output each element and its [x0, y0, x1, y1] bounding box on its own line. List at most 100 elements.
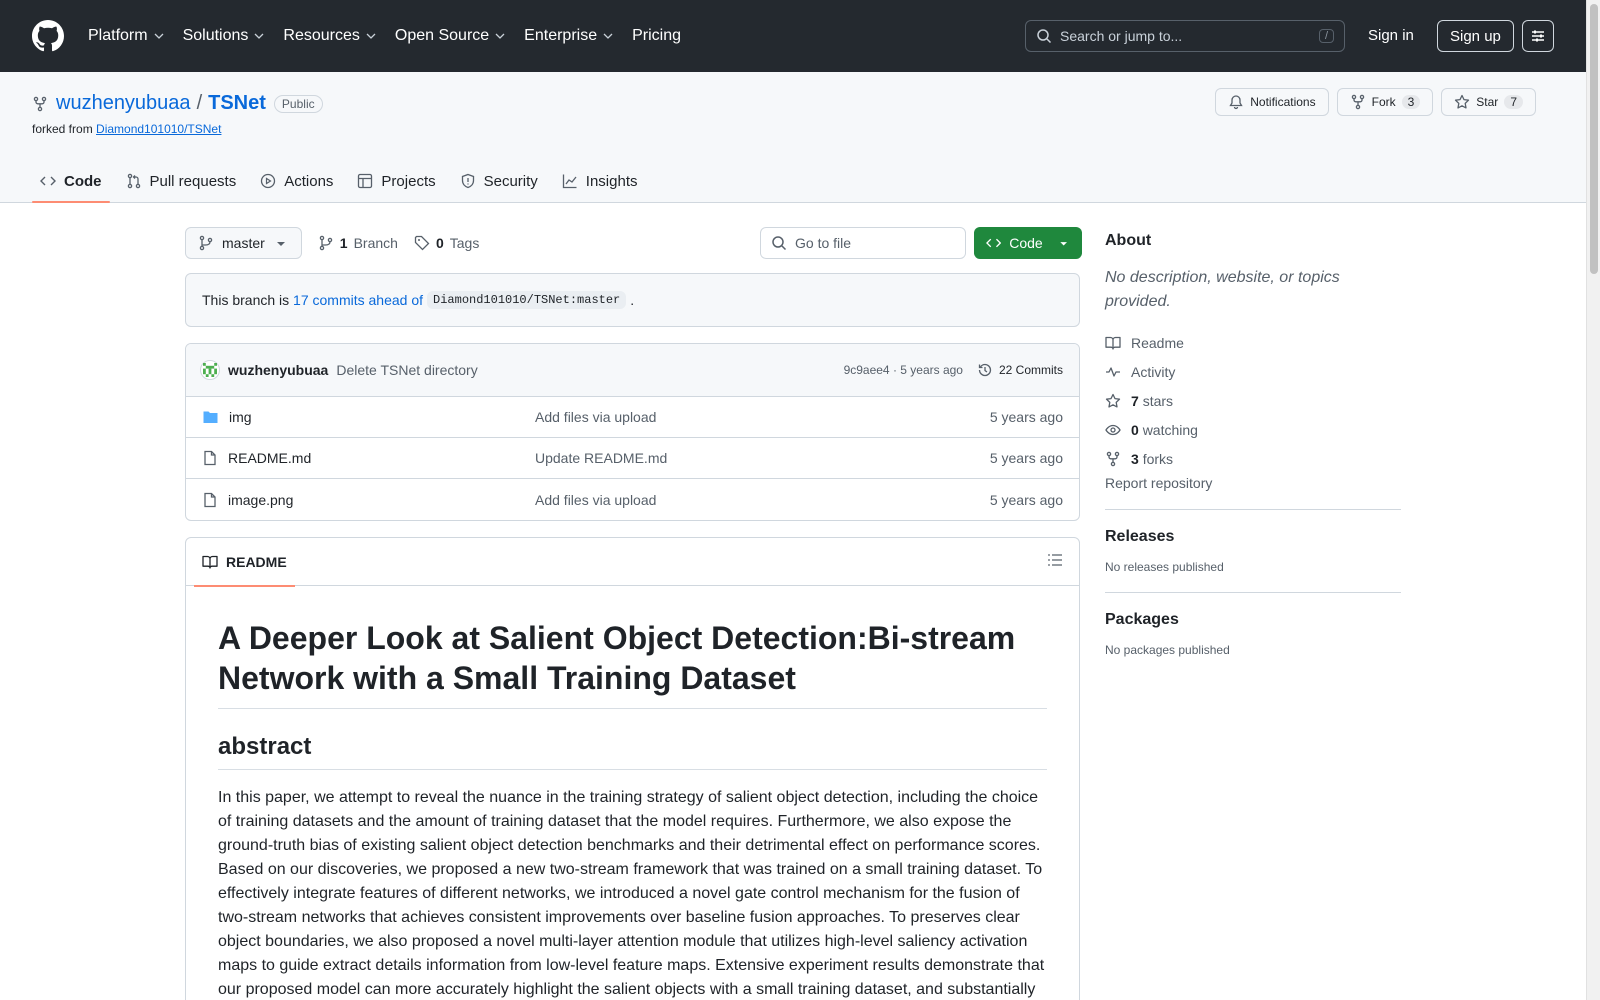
star-count: 7 [1504, 95, 1523, 109]
file-name[interactable]: image.png [202, 492, 535, 508]
branch-icon [199, 235, 213, 251]
latest-commit-row: wuzhenyubuaa Delete TSNet directory 9c9a… [186, 344, 1079, 397]
packages-empty: No packages published [1105, 643, 1230, 657]
releases-heading[interactable]: Releases [1105, 528, 1401, 546]
activity-link[interactable]: Activity [1105, 357, 1401, 386]
notifications-button[interactable]: Notifications [1215, 88, 1329, 116]
code-icon [40, 176, 56, 186]
avatar[interactable] [200, 360, 220, 380]
file-commit-message[interactable]: Add files via upload [535, 409, 656, 425]
readme-title: A Deeper Look at Salient Object Detectio… [218, 618, 1047, 709]
watching-link[interactable]: 0 watching [1105, 415, 1401, 444]
branch-selector[interactable]: master [185, 227, 302, 259]
search-icon [1037, 29, 1052, 44]
play-icon [261, 173, 276, 189]
tag-count-link[interactable]: 0 Tags [414, 235, 479, 251]
list-unordered-icon [1048, 554, 1062, 566]
file-icon [204, 450, 216, 466]
sliders-icon [1532, 30, 1544, 42]
nav-pricing[interactable]: Pricing [632, 27, 681, 45]
fork-button[interactable]: Fork 3 [1336, 88, 1434, 116]
pull-request-icon [127, 173, 140, 189]
readme-link[interactable]: Readme [1105, 328, 1401, 357]
file-age: 5 years ago [989, 409, 1063, 425]
code-icon [986, 238, 1002, 248]
tab-code[interactable]: Code [32, 160, 110, 203]
commit-meta: 9c9aee4 · 5 years ago 22 Commits [844, 362, 1063, 378]
report-repository-link[interactable]: Report repository [1105, 475, 1401, 491]
repo-sidebar: About No description, website, or topics… [1105, 232, 1401, 657]
commit-author-link[interactable]: wuzhenyubuaa [228, 362, 328, 378]
fork-icon [1351, 94, 1364, 110]
readme-content: A Deeper Look at Salient Object Detectio… [186, 586, 1079, 1000]
tab-security[interactable]: Security [452, 160, 546, 202]
chevron-down-icon [366, 33, 376, 39]
packages-heading[interactable]: Packages [1105, 611, 1401, 629]
nav-open-source[interactable]: Open Source [395, 27, 506, 45]
divider [1105, 509, 1401, 510]
readme-panel: README A Deeper Look at Salient Object D… [185, 537, 1080, 1000]
tag-icon [414, 235, 430, 251]
shield-icon [461, 173, 474, 189]
file-row: image.png Add files via upload 5 years a… [186, 479, 1079, 520]
star-button[interactable]: Star 7 [1441, 88, 1536, 116]
nav-solutions[interactable]: Solutions [183, 27, 266, 45]
main-content: master 1 Branch 0 Tags Go to file Code T… [185, 227, 1082, 1000]
file-row: img Add files via upload 5 years ago [186, 397, 1079, 438]
eye-icon [1105, 424, 1121, 435]
menu-button[interactable] [1522, 20, 1554, 52]
tab-insights[interactable]: Insights [554, 160, 646, 202]
scrollbar-thumb[interactable] [1590, 4, 1598, 274]
forked-from-link[interactable]: Diamond101010/TSNet [96, 122, 221, 136]
branch-count-link[interactable]: 1 Branch [318, 235, 398, 251]
repo-name-link[interactable]: TSNet [208, 92, 266, 115]
commit-history-link[interactable]: 22 Commits [977, 362, 1063, 378]
search-placeholder: Search or jump to... [1060, 28, 1183, 44]
commit-sha-time[interactable]: 9c9aee4 · 5 years ago [844, 363, 963, 377]
bell-icon [1229, 95, 1243, 110]
branch-icon [319, 235, 333, 251]
tab-readme[interactable]: README [194, 538, 295, 587]
nav-platform[interactable]: Platform [88, 27, 165, 45]
commit-message-link[interactable]: Delete TSNet directory [336, 362, 477, 378]
readme-header: README [186, 538, 1079, 587]
outline-button[interactable] [1047, 552, 1063, 571]
github-logo-icon[interactable] [32, 20, 64, 52]
tab-actions[interactable]: Actions [252, 160, 341, 202]
book-icon [202, 555, 218, 569]
global-header: Platform Solutions Resources Open Source… [0, 0, 1586, 72]
repo-owner-link[interactable]: wuzhenyubuaa [56, 92, 191, 115]
page-scrollbar[interactable] [1586, 0, 1600, 1000]
history-icon [978, 363, 992, 377]
nav-resources[interactable]: Resources [283, 27, 376, 45]
commits-ahead-link[interactable]: 17 commits ahead of [293, 292, 423, 308]
signin-link[interactable]: Sign in [1368, 27, 1414, 44]
releases-empty: No releases published [1105, 560, 1224, 574]
visibility-badge: Public [273, 94, 323, 113]
fork-count: 3 [1401, 95, 1421, 109]
readme-paragraph: In this paper, we attempt to reveal the … [218, 789, 1045, 998]
file-name[interactable]: img [202, 409, 535, 425]
code-dropdown-button[interactable]: Code [974, 227, 1082, 259]
about-description: No description, website, or topics provi… [1105, 269, 1340, 310]
chevron-down-icon [154, 33, 164, 39]
readme-heading-abstract: abstract [218, 733, 1047, 770]
forks-link[interactable]: 3 forks [1105, 444, 1401, 473]
file-name[interactable]: README.md [202, 450, 535, 466]
divider [1105, 592, 1401, 593]
tab-pull-requests[interactable]: Pull requests [118, 160, 245, 202]
stars-link[interactable]: 7 stars [1105, 386, 1401, 415]
folder-icon [203, 411, 218, 423]
file-commit-message[interactable]: Add files via upload [535, 492, 656, 508]
chevron-down-icon [495, 33, 505, 39]
file-age: 5 years ago [989, 450, 1063, 466]
signup-button[interactable]: Sign up [1437, 20, 1514, 52]
file-icon [204, 492, 216, 507]
nav-enterprise[interactable]: Enterprise [524, 27, 614, 45]
tab-projects[interactable]: Projects [349, 160, 443, 202]
file-commit-message[interactable]: Update README.md [535, 450, 667, 466]
search-input[interactable]: Search or jump to... / [1025, 20, 1345, 52]
go-to-file-input[interactable]: Go to file [760, 227, 966, 259]
search-hotkey: / [1318, 29, 1334, 43]
graph-icon [562, 174, 577, 189]
